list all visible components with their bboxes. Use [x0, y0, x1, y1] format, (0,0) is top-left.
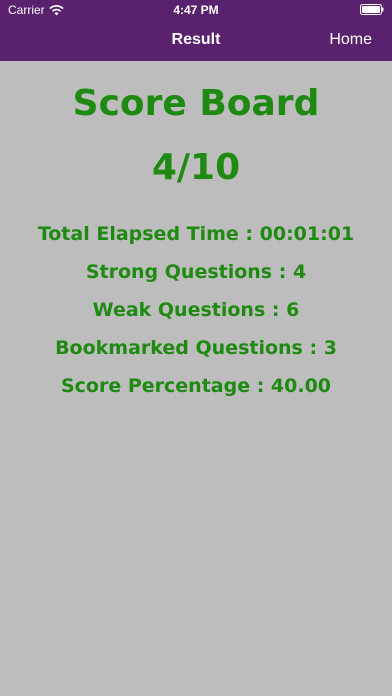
status-time: 4:47 PM [173, 3, 219, 17]
score-value: 4/10 [151, 147, 241, 188]
status-bar: Carrier 4:47 PM [0, 0, 392, 20]
weak-questions-stat: Weak Questions : 6 [92, 299, 300, 321]
elapsed-time-stat: Total Elapsed Time : 00:01:01 [37, 223, 355, 245]
page-title: Score Board [72, 83, 320, 124]
bookmarked-questions-stat: Bookmarked Questions : 3 [55, 337, 337, 359]
strong-questions-stat: Strong Questions : 4 [85, 261, 307, 283]
navigation-bar: Result Home [0, 20, 392, 61]
header-bar: Carrier 4:47 PM Result Home [0, 0, 392, 61]
battery-icon [360, 4, 384, 15]
score-percentage-stat: Score Percentage : 40.00 [60, 375, 332, 397]
app-screen: Carrier 4:47 PM Result Home Score Board … [0, 0, 392, 696]
home-button[interactable]: Home [329, 31, 372, 49]
